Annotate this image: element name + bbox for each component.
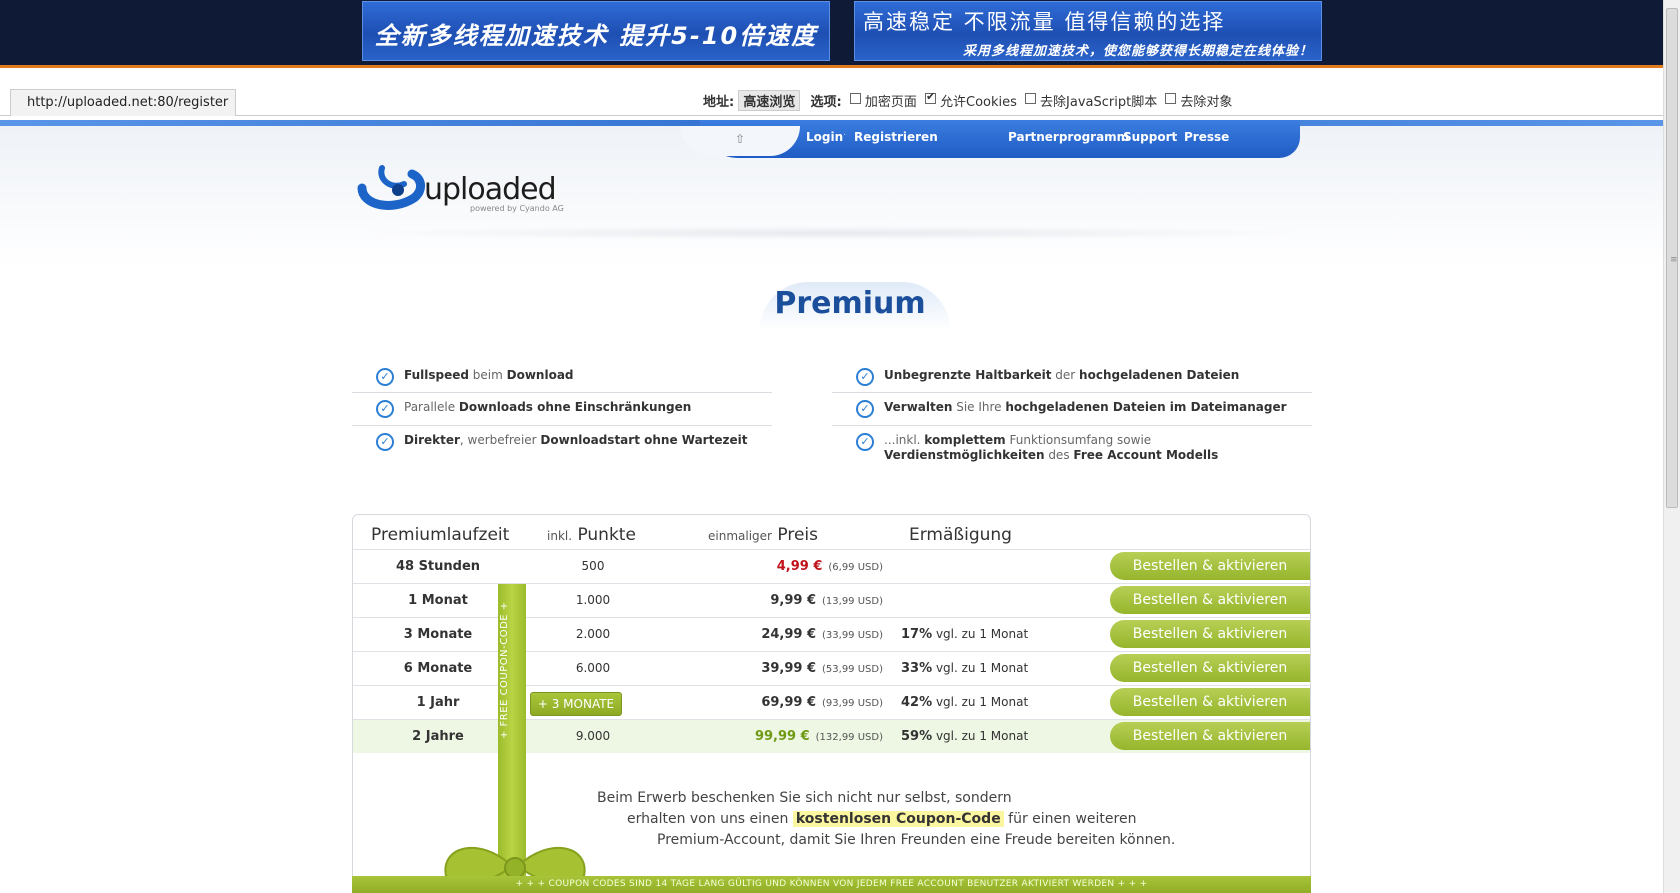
cell-discount: 17% vgl. zu 1 Monat xyxy=(901,627,1029,642)
option-allow-cookies[interactable]: 允许Cookies xyxy=(925,90,1017,110)
table-row: 6 Monate 6.000 39,99 € (53,99 USD) 33% vgl. … xyxy=(353,651,1310,685)
nav-separator: · xyxy=(843,130,847,141)
cell-price: 24,99 € (33,99 USD) xyxy=(761,627,883,642)
header-discount: Ermäßigung xyxy=(909,525,1012,545)
cell-price: 69,99 € (93,99 USD) xyxy=(761,695,883,710)
cell-duration: 48 Stunden xyxy=(395,559,481,574)
feature-item: ✓ Verwalten Sie Ihre hochgeladenen Datei… xyxy=(832,396,1312,426)
logo-wordmark: uploaded xyxy=(424,172,557,207)
check-icon: ✓ xyxy=(856,433,874,451)
logo-subtitle: powered by Cyando AG xyxy=(470,204,564,213)
header-points: inkl. Punkte xyxy=(547,525,636,545)
url-tab[interactable]: http://uploaded.net:80/register xyxy=(10,89,236,116)
order-activate-button[interactable]: Bestellen & aktivieren xyxy=(1110,620,1310,648)
check-icon: ✓ xyxy=(856,400,874,418)
table-row: 3 Monate 2.000 24,99 € (33,99 USD) 17% vgl. … xyxy=(353,617,1310,651)
coupon-highlight: kostenlosen Coupon-Code xyxy=(792,811,1004,827)
cell-price: 4,99 € (6,99 USD) xyxy=(776,559,883,574)
order-activate-button[interactable]: Bestellen & aktivieren xyxy=(1110,552,1310,580)
checkbox[interactable] xyxy=(1025,93,1037,104)
scroll-thumb[interactable]: ≡ xyxy=(1666,8,1678,508)
checkbox[interactable] xyxy=(1165,93,1177,104)
grip-icon: ≡ xyxy=(1670,255,1678,265)
coupon-line2: erhalten von uns einen kostenlosen Coupo… xyxy=(627,811,1137,827)
ribbon-text: + FREE COUPON-CODE + xyxy=(499,601,510,739)
option-label: 去除JavaScript脚本 xyxy=(1040,95,1158,110)
checkbox-checked[interactable] xyxy=(925,90,936,104)
divider xyxy=(832,425,1312,426)
table-row: 48 Stunden 500 4,99 € (6,99 USD) Bestellen &… xyxy=(353,549,1310,583)
option-label: 允许Cookies xyxy=(940,95,1017,110)
option-remove-objects[interactable]: 去除对象 xyxy=(1165,91,1232,110)
upload-home-tab[interactable]: ⇧ xyxy=(680,126,800,156)
nav-separator: · xyxy=(1112,130,1116,141)
cell-price: 39,99 € (53,99 USD) xyxy=(761,661,883,676)
cell-points: 6.000 xyxy=(575,661,611,675)
order-activate-button[interactable]: Bestellen & aktivieren xyxy=(1110,654,1310,682)
order-activate-button[interactable]: Bestellen & aktivieren xyxy=(1110,722,1310,750)
page-title: Premium xyxy=(774,286,926,321)
cell-points: 2.000 xyxy=(575,627,611,641)
ad-right-headline: 高速稳定 不限流量 值得信赖的选择 xyxy=(863,10,1226,34)
header-shadow xyxy=(352,226,1312,240)
nav-register[interactable]: Registrieren xyxy=(854,130,938,144)
address-label: 地址: xyxy=(703,95,735,110)
option-label: 去除对象 xyxy=(1180,95,1233,110)
feature-item: ✓ Fullspeed beim Download xyxy=(352,364,772,394)
table-row: 2 Jahre 9.000 99,99 € (132,99 USD) 59% vgl. … xyxy=(353,719,1310,753)
feature-item: ✓ ...inkl. komplettem Funktionsumfang so… xyxy=(832,429,1312,465)
cell-price: 99,99 € (132,99 USD) xyxy=(754,729,883,744)
coupon-tag: + 3 MONATE xyxy=(530,692,622,716)
ad-banner-right[interactable]: 高速稳定 不限流量 值得信赖的选择 采用多线程加速技术，使您能够获得长期稳定在线… xyxy=(854,1,1322,61)
feature-item: ✓ Parallele Downloads ohne Einschränkung… xyxy=(352,396,772,426)
checkbox[interactable] xyxy=(849,93,861,104)
coupon-footer-strip: + + + COUPON CODES SIND 14 TAGE LANG GÜL… xyxy=(352,876,1311,893)
cell-discount: 42% vgl. zu 1 Monat xyxy=(901,695,1029,710)
table-row: 1 Jahr 69,99 € (93,99 USD) 42% vgl. zu 1 Mo… xyxy=(353,685,1310,719)
option-encrypt-page[interactable]: 加密页面 xyxy=(849,91,917,110)
feature-item: ✓ Direkter, werbefreier Downloadstart oh… xyxy=(352,429,772,459)
divider xyxy=(352,392,772,393)
cell-points: 9.000 xyxy=(575,729,611,743)
nav-separator: · xyxy=(1173,130,1177,141)
feature-item: ✓ Unbegrenzte Haltbarkeit der hochgelade… xyxy=(832,364,1312,394)
ad-left-text: 全新多线程加速技术 提升5-10倍速度 xyxy=(374,22,818,50)
check-icon: ✓ xyxy=(376,400,394,418)
proxy-toolbar: http://uploaded.net:80/register 地址: 高速浏览… xyxy=(0,68,1663,116)
upload-arrow-icon: ⇧ xyxy=(734,132,746,146)
cell-points: 500 xyxy=(581,559,605,573)
vertical-scrollbar[interactable]: ≡ xyxy=(1663,0,1680,893)
order-activate-button[interactable]: Bestellen & aktivieren xyxy=(1110,586,1310,614)
ad-banner-left[interactable]: 全新多线程加速技术 提升5-10倍速度 xyxy=(362,1,830,61)
order-activate-button[interactable]: Bestellen & aktivieren xyxy=(1110,688,1310,716)
nav-support[interactable]: Support xyxy=(1123,130,1177,144)
option-label: 加密页面 xyxy=(864,95,917,110)
cell-price: 9,99 € (13,99 USD) xyxy=(770,593,883,608)
divider xyxy=(832,392,1312,393)
option-remove-javascript[interactable]: 去除JavaScript脚本 xyxy=(1025,91,1157,110)
check-icon: ✓ xyxy=(856,368,874,386)
check-icon: ✓ xyxy=(376,368,394,386)
check-icon: ✓ xyxy=(376,433,394,451)
cell-discount: 59% vgl. zu 1 Monat xyxy=(901,729,1029,744)
table-row: 1 Monat 1.000 9,99 € (13,99 USD) Bestellen &… xyxy=(353,583,1310,617)
nav-press[interactable]: Presse xyxy=(1184,130,1229,144)
top-ad-banner: 全新多线程加速技术 提升5-10倍速度 高速稳定 不限流量 值得信赖的选择 采用… xyxy=(0,0,1663,68)
header-duration: Premiumlaufzeit xyxy=(371,525,510,545)
header-price: einmaliger Preis xyxy=(708,525,818,545)
cell-discount: 33% vgl. zu 1 Monat xyxy=(901,661,1029,676)
nav-login[interactable]: Login xyxy=(806,130,843,144)
uploaded-logo[interactable]: uploaded powered by Cyando AG xyxy=(352,150,582,220)
coupon-line1: Beim Erwerb beschenken Sie sich nicht nu… xyxy=(597,790,1012,806)
coupon-description: Beim Erwerb beschenken Sie sich nicht nu… xyxy=(560,788,1220,851)
coupon-line3: Premium-Account, damit Sie Ihren Freunde… xyxy=(657,832,1176,848)
premium-heading: Premium xyxy=(740,282,960,330)
ad-right-subline: 采用多线程加速技术，使您能够获得长期稳定在线体验！ xyxy=(962,44,1313,59)
cell-points: 1.000 xyxy=(575,593,611,607)
options-label: 选项: xyxy=(810,95,842,110)
fast-browse-button[interactable]: 高速浏览 xyxy=(738,90,801,111)
divider xyxy=(352,425,772,426)
site-nav: ⇧ Login · Registrieren Partnerprogramm ·… xyxy=(0,120,1663,165)
proxy-options: 地址: 高速浏览 选项: 加密页面 允许Cookies 去除JavaScript… xyxy=(703,90,1232,111)
